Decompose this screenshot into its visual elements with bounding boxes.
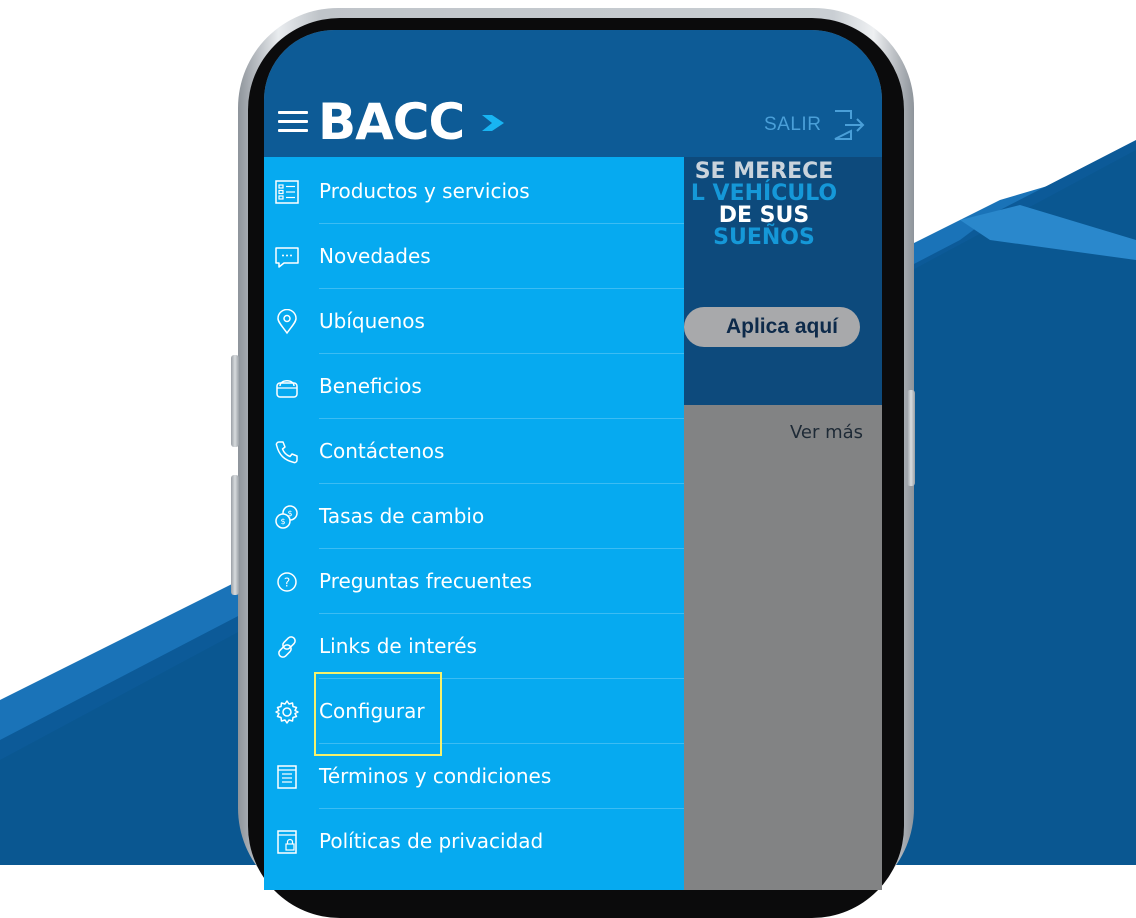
menu-item-preguntas[interactable]: ? Preguntas frecuentes: [264, 549, 684, 614]
menu-item-label: Links de interés: [319, 634, 477, 658]
app-logo: BACC: [318, 93, 465, 151]
menu-item-label: Términos y condiciones: [319, 764, 552, 788]
svg-text:$: $: [280, 517, 285, 526]
banner-text: DE SUS: [718, 203, 810, 228]
gear-icon: [275, 700, 299, 724]
privacy-lock-icon: [277, 830, 297, 854]
phone-side-button: [231, 355, 239, 447]
banner-text: SUEÑOS: [713, 225, 815, 250]
menu-item-tasas[interactable]: $ $ Tasas de cambio: [264, 484, 684, 549]
menu-item-label: Políticas de privacidad: [319, 829, 544, 853]
menu-item-configurar[interactable]: Configurar: [264, 679, 684, 744]
menu-item-label: Ubíquenos: [319, 309, 425, 333]
svg-text:?: ?: [284, 576, 290, 590]
currency-exchange-icon: $ $: [275, 505, 298, 529]
help-icon: ?: [277, 572, 297, 592]
menu-item-label: Preguntas frecuentes: [319, 569, 533, 593]
menu-item-label: Tasas de cambio: [319, 504, 485, 528]
menu-item-beneficios[interactable]: Beneficios: [264, 354, 684, 419]
see-more-link[interactable]: Ver más: [790, 422, 863, 443]
menu-item-ubiquenos[interactable]: Ubíquenos: [264, 289, 684, 354]
menu-item-politicas[interactable]: Políticas de privacidad: [264, 809, 684, 874]
logout-button[interactable]: SALIR: [764, 110, 867, 140]
logout-label: SALIR: [764, 114, 822, 135]
chat-icon: [275, 247, 299, 268]
banner-text: SE MERECE: [694, 159, 834, 184]
menu-item-label: Productos y servicios: [319, 179, 530, 203]
apply-button[interactable]: Aplica aquí: [684, 307, 860, 347]
logo-arrow-icon: [482, 115, 504, 131]
menu-item-links[interactable]: Links de interés: [264, 614, 684, 679]
list-icon: [275, 180, 299, 204]
app-header: BACC SALIR: [264, 30, 882, 157]
svg-text:$: $: [287, 509, 292, 518]
menu-item-label: Novedades: [319, 244, 431, 268]
phone-screen: BACC SALIR SE MERECE L VEHÍCULO DE SUS S…: [264, 30, 882, 890]
menu-item-novedades[interactable]: Novedades: [264, 224, 684, 289]
promo-banner[interactable]: SE MERECE L VEHÍCULO DE SUS SUEÑOS Aplic…: [684, 157, 882, 405]
location-pin-icon: [277, 309, 297, 335]
menu-item-productos[interactable]: Productos y servicios: [264, 159, 684, 224]
navigation-drawer: Productos y servicios Novedades Ubíqueno…: [264, 157, 684, 890]
menu-item-label: Configurar: [319, 699, 425, 723]
menu-icon[interactable]: [278, 111, 308, 133]
phone-icon: [275, 441, 298, 464]
menu-item-terminos[interactable]: Términos y condiciones: [264, 744, 684, 809]
menu-item-label: Beneficios: [319, 374, 422, 398]
phone-side-button: [907, 390, 915, 486]
phone-side-button: [231, 475, 239, 595]
logout-icon: [834, 110, 865, 140]
banner-text: L VEHÍCULO: [690, 181, 838, 206]
menu-item-contactenos[interactable]: Contáctenos: [264, 419, 684, 484]
menu-item-label: Contáctenos: [319, 439, 445, 463]
bag-icon: [276, 380, 298, 398]
link-icon: [278, 636, 296, 658]
document-icon: [277, 765, 297, 789]
